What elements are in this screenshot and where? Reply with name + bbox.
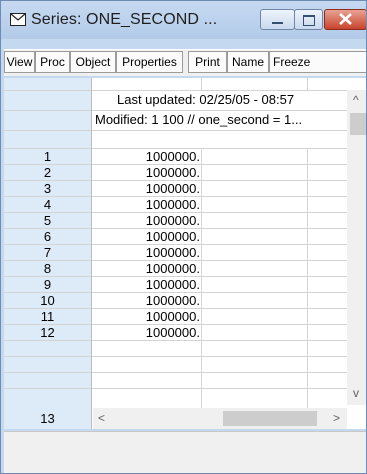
- cell-value[interactable]: 1000000.: [93, 213, 200, 229]
- row-number[interactable]: 13: [4, 411, 91, 427]
- cell-value[interactable]: 1000000.: [93, 229, 200, 245]
- vertical-scroll-thumb[interactable]: [350, 113, 366, 135]
- cell-value[interactable]: 1000000.: [93, 197, 200, 213]
- maximize-icon: [303, 15, 315, 26]
- horizontal-scrollbar[interactable]: < >: [93, 408, 347, 429]
- window-title: Series: ONE_SECOND ...: [31, 11, 218, 28]
- scroll-left-icon[interactable]: <: [98, 411, 105, 425]
- vertical-scrollbar[interactable]: ^ v: [347, 90, 366, 405]
- scroll-up-icon[interactable]: ^: [353, 93, 359, 107]
- row-number[interactable]: 12: [4, 325, 91, 341]
- print-button[interactable]: Print: [188, 51, 227, 73]
- name-button[interactable]: Name: [227, 51, 269, 73]
- cell-value[interactable]: 1000000.: [93, 309, 200, 325]
- last-updated-text: Last updated: 02/25/05 - 08:57: [117, 92, 295, 107]
- cell-value[interactable]: 1000000.: [93, 325, 200, 341]
- row-number[interactable]: 7: [4, 245, 91, 261]
- row-number[interactable]: 10: [4, 293, 91, 309]
- series-envelope-icon: [10, 13, 26, 26]
- minimize-button[interactable]: [260, 9, 295, 30]
- object-button[interactable]: Object: [70, 51, 116, 73]
- scroll-down-icon[interactable]: v: [353, 386, 359, 400]
- close-icon: [339, 13, 352, 25]
- row-number[interactable]: 4: [4, 197, 91, 213]
- freeze-button[interactable]: Freeze: [269, 51, 366, 73]
- maximize-button[interactable]: [294, 9, 323, 30]
- cell-value[interactable]: 1000000.: [93, 149, 200, 165]
- series-window: Series: ONE_SECOND ... View Proc Object …: [0, 0, 367, 474]
- row-number[interactable]: 2: [4, 165, 91, 181]
- row-number[interactable]: 11: [4, 309, 91, 325]
- row-number[interactable]: 9: [4, 277, 91, 293]
- cell-value[interactable]: 1000000.: [93, 277, 200, 293]
- cell-value[interactable]: 1000000.: [93, 165, 200, 181]
- proc-button[interactable]: Proc: [35, 51, 70, 73]
- properties-button[interactable]: Properties: [116, 51, 183, 73]
- toolbar: View Proc Object Properties Print Name F…: [4, 49, 366, 76]
- row-number[interactable]: 6: [4, 229, 91, 245]
- row-number[interactable]: 5: [4, 213, 91, 229]
- row-number[interactable]: 1: [4, 149, 91, 165]
- cell-value[interactable]: 1000000.: [93, 181, 200, 197]
- status-bar: [4, 431, 366, 473]
- row-number[interactable]: 3: [4, 181, 91, 197]
- close-button[interactable]: [324, 9, 366, 30]
- modified-text: Modified: 1 100 // one_second = 1...: [95, 112, 303, 127]
- cell-value[interactable]: 1000000.: [93, 245, 200, 261]
- scroll-right-icon[interactable]: >: [333, 411, 340, 425]
- cell-value[interactable]: 1000000.: [93, 293, 200, 309]
- minimize-icon: [272, 22, 283, 24]
- cell-value[interactable]: 1000000.: [93, 261, 200, 277]
- horizontal-scroll-thumb[interactable]: [223, 411, 317, 426]
- spreadsheet: Last updated: 02/25/05 - 08:57 Modified:…: [4, 78, 366, 429]
- view-button[interactable]: View: [4, 51, 35, 73]
- row-number[interactable]: 8: [4, 261, 91, 277]
- title-bar[interactable]: Series: ONE_SECOND ...: [1, 1, 366, 39]
